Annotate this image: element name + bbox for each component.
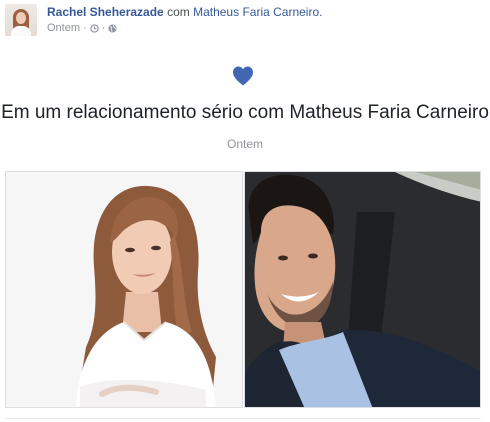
post-divider [5, 418, 481, 419]
heart-icon [231, 64, 255, 88]
life-event-title[interactable]: Em um relacionamento sério com Matheus F… [0, 102, 490, 124]
post-timestamp-link[interactable]: Ontem [47, 22, 80, 34]
globe-icon[interactable] [108, 23, 117, 33]
author-name-link[interactable]: Rachel Sheherazade [47, 5, 164, 19]
clock-icon [90, 23, 99, 33]
meta-separator: · [83, 22, 87, 34]
life-event-date: Ontem [226, 137, 263, 151]
photo-woman-portrait[interactable] [5, 171, 243, 408]
tagged-person-link[interactable]: Matheus Faria Carneiro. [193, 5, 322, 19]
author-avatar[interactable] [5, 4, 37, 36]
with-text: com [167, 5, 190, 19]
facebook-post: Rachel Sheherazade com Matheus Faria Car… [0, 0, 490, 422]
photo-man-selfie[interactable] [244, 171, 481, 408]
meta-separator: · [101, 22, 106, 34]
post-header: Rachel Sheherazade com Matheus Faria Car… [47, 5, 322, 19]
post-meta: Ontem · · [47, 22, 117, 34]
